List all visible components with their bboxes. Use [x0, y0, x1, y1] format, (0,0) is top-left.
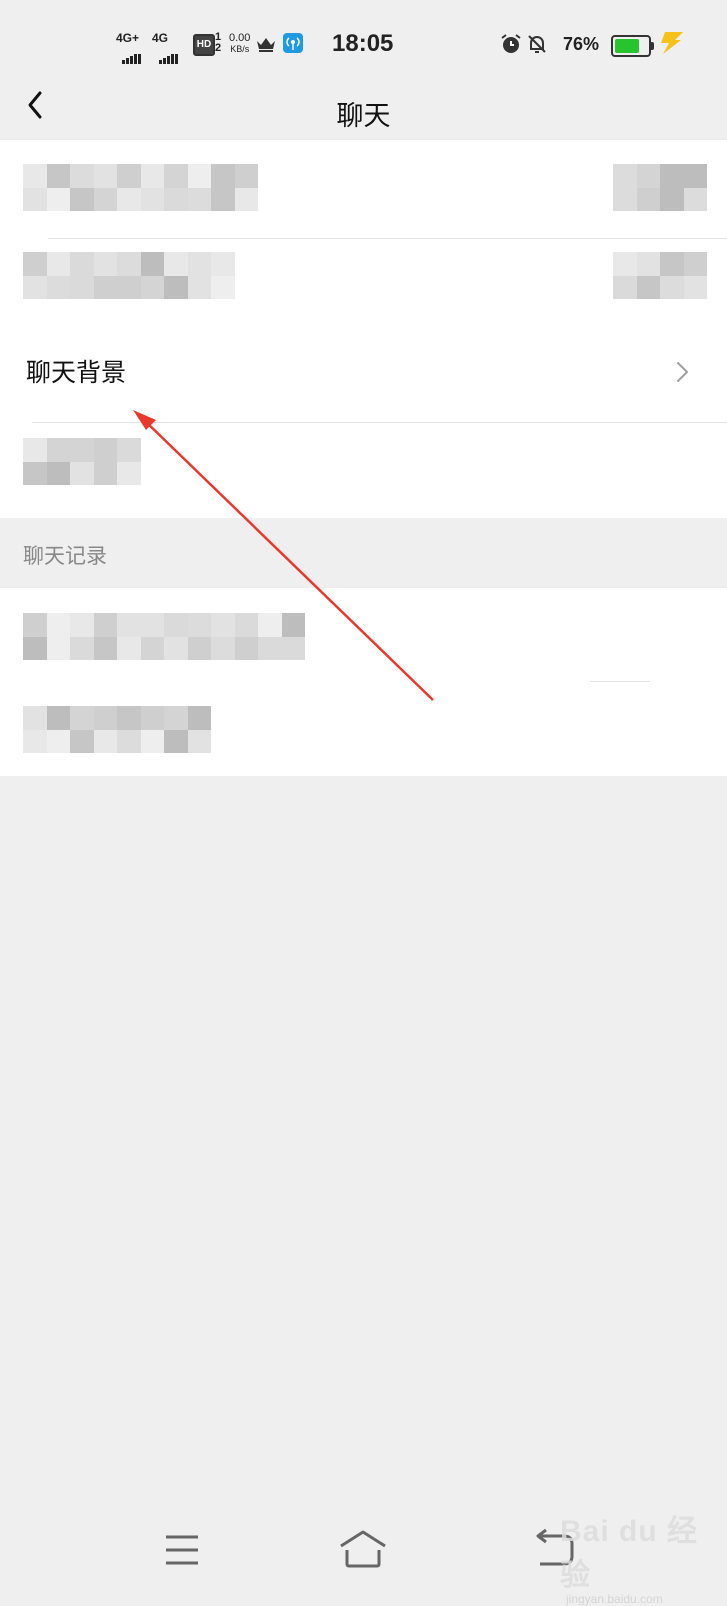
settings-group: 聊天背景 [0, 140, 727, 518]
network-4g-label: 4G [152, 31, 169, 45]
signal-bars-2-icon [159, 46, 179, 64]
crown-icon [257, 38, 275, 52]
fast-charging-icon [661, 32, 683, 54]
menu-icon [166, 1535, 198, 1565]
list-item[interactable] [0, 240, 727, 332]
battery-icon [611, 35, 654, 57]
hd-voice-badge: HD [193, 34, 215, 56]
divider [32, 422, 727, 423]
network-speed-unit: KB/s [230, 44, 250, 54]
network-4g-plus-label: 4G+ [116, 31, 140, 45]
chat-history-section-title: 聊天记录 [23, 544, 107, 568]
alarm-icon [501, 34, 521, 53]
baidu-jingyan-watermark: Bai du 经验 jingyan.baidu.com [560, 1506, 727, 1606]
battery-level-fill [615, 39, 640, 53]
redacted-label [23, 252, 235, 299]
redacted-value [613, 164, 707, 211]
list-item[interactable] [0, 140, 727, 232]
home-button[interactable] [333, 1520, 393, 1580]
chat-background-row[interactable]: 聊天背景 [0, 326, 727, 418]
chat-background-label: 聊天背景 [26, 358, 127, 387]
redacted-label [23, 438, 141, 485]
menu-button[interactable] [152, 1520, 212, 1580]
redacted-label [23, 613, 306, 660]
redacted-label [23, 706, 211, 753]
status-bar: 4G+ 4G HD 1 2 0.00 KB/s 18:05 76% [0, 0, 727, 86]
list-item[interactable] [0, 424, 727, 516]
redacted-label [23, 164, 259, 211]
home-icon [340, 1530, 386, 1568]
chat-history-group [0, 588, 727, 776]
watermark-url: jingyan.baidu.com [566, 1592, 663, 1606]
chevron-right-icon [677, 362, 688, 382]
status-time: 18:05 [332, 30, 394, 57]
signal-bars-1-icon [122, 46, 142, 64]
list-item[interactable] [0, 682, 727, 774]
list-item[interactable] [0, 588, 727, 680]
watermark-brand: Bai du 经验 [560, 1515, 699, 1592]
sim-index-label: 1 2 [215, 31, 222, 54]
app-header: 聊天 [0, 86, 727, 140]
network-speed: 0.00 KB/s [229, 33, 250, 55]
battery-percent: 76% [563, 34, 600, 54]
page-title: 聊天 [336, 101, 391, 132]
network-speed-value: 0.00 [229, 32, 251, 44]
mute-bell-icon [528, 35, 546, 53]
redacted-value [613, 252, 707, 299]
divider [48, 238, 727, 239]
hotspot-icon [283, 33, 303, 53]
